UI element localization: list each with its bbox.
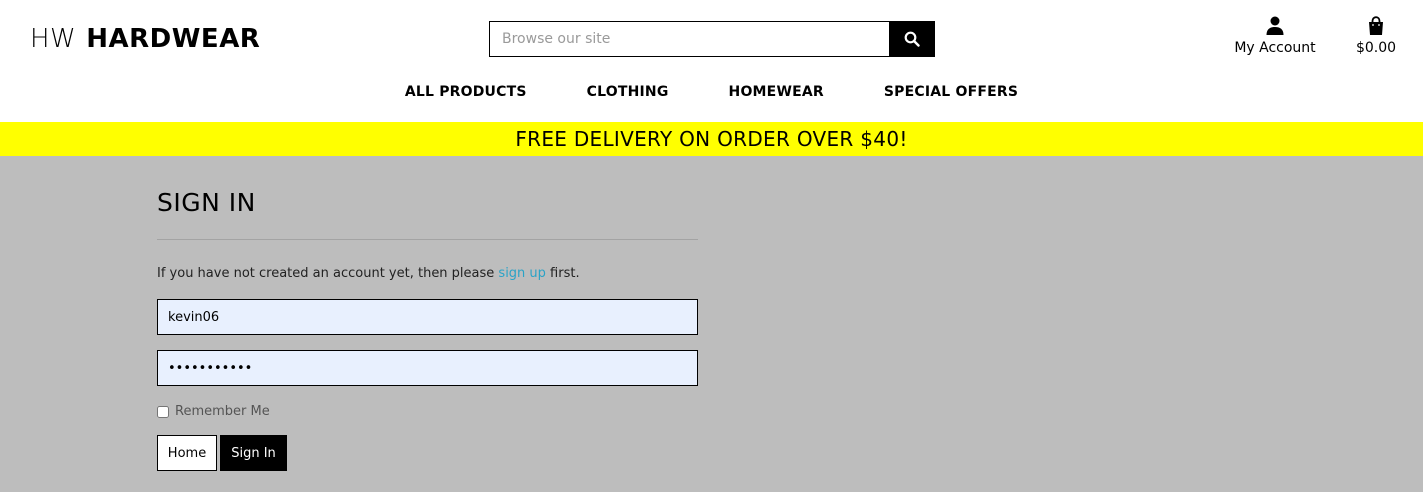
site-logo[interactable]: HW HARDWEAR [30,24,260,54]
user-icon [1266,16,1284,35]
search-input[interactable] [489,21,889,57]
search-form [489,21,935,57]
my-account-label: My Account [1234,40,1316,56]
logo-prefix: HW [30,24,77,54]
main-nav: ALL PRODUCTS CLOTHING HOMEWEAR SPECIAL O… [0,84,1423,106]
password-field[interactable] [157,350,698,386]
form-buttons: Home Sign In [157,435,698,471]
signin-button[interactable]: Sign In [220,435,287,471]
nav-special-offers[interactable]: SPECIAL OFFERS [884,84,1018,106]
site-header: HW HARDWEAR My Account $0.00 ALL PRODUCT… [0,0,1423,122]
signin-section: SIGN IN If you have not created an accou… [157,188,698,471]
home-button[interactable]: Home [157,435,217,471]
cart-total: $0.00 [1355,40,1397,56]
shopping-bag-icon [1369,16,1383,35]
logo-name: HARDWEAR [86,24,261,54]
divider [157,239,698,240]
my-account-link[interactable]: My Account [1226,16,1324,60]
remember-me-label: Remember Me [175,404,270,419]
cart-link[interactable]: $0.00 [1348,16,1404,60]
signup-link[interactable]: sign up [498,266,546,281]
username-field[interactable] [157,299,698,335]
search-icon [904,31,920,47]
nav-all-products[interactable]: ALL PRODUCTS [405,84,527,106]
nav-homewear[interactable]: HOMEWEAR [729,84,824,106]
signup-prompt-after: first. [545,266,580,281]
remember-me[interactable]: Remember Me [157,404,698,419]
signup-prompt: If you have not created an account yet, … [157,266,698,281]
search-button[interactable] [889,21,935,57]
delivery-banner: FREE DELIVERY ON ORDER OVER $40! [0,122,1423,156]
page-title: SIGN IN [157,188,256,217]
signup-prompt-before: If you have not created an account yet, … [157,266,499,281]
nav-clothing[interactable]: CLOTHING [587,84,669,106]
remember-me-checkbox[interactable] [157,405,169,418]
